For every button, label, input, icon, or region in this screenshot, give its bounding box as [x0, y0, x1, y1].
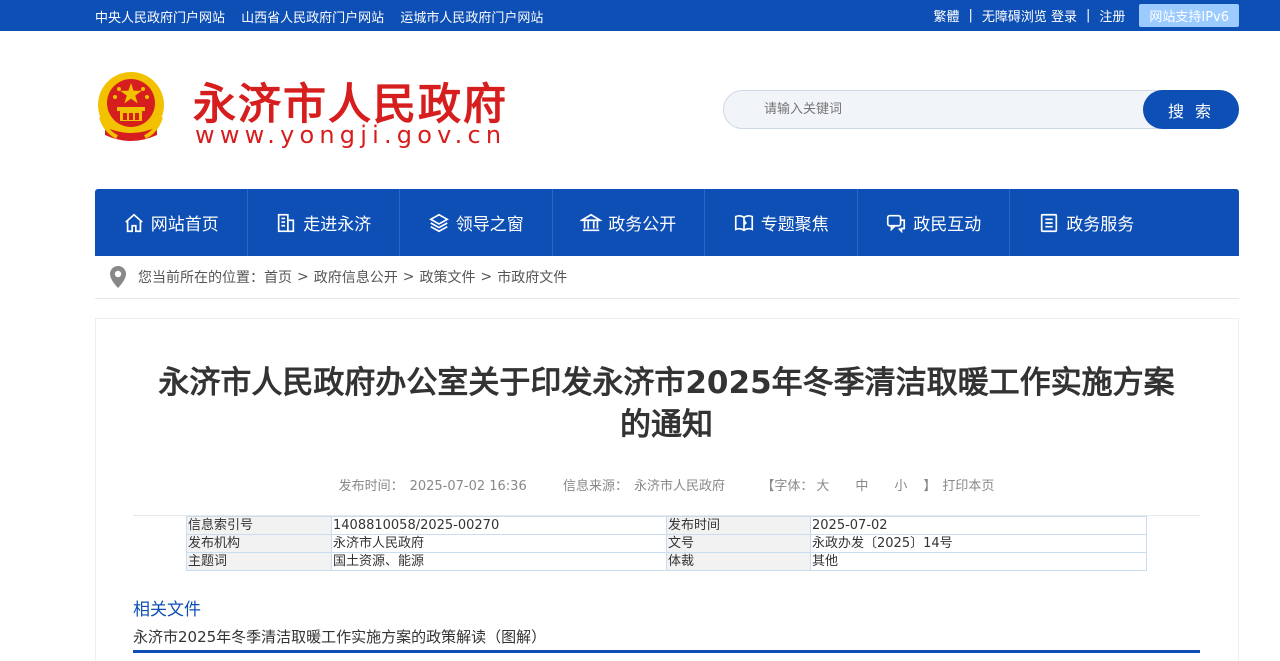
- table-value: 其他: [810, 552, 1147, 571]
- register-link[interactable]: 注册: [1099, 6, 1125, 25]
- doc-info-table: 信息索引号 1408810058/2025-00270 发布时间 2025-07…: [186, 516, 1147, 571]
- nav-item-label: 走进永济: [303, 215, 372, 235]
- separator: |: [968, 7, 973, 23]
- table-row: 主题词 国土资源、能源 体裁 其他: [186, 552, 1147, 571]
- table-row: 信息索引号 1408810058/2025-00270 发布时间 2025-07…: [186, 516, 1147, 535]
- publish-time-label: 发布时间：: [338, 479, 404, 494]
- article-title-line: 的通知: [620, 407, 713, 443]
- national-emblem-logo: [95, 69, 167, 148]
- print-button[interactable]: 打印本页: [942, 479, 994, 494]
- top-bar: 中央人民政府门户网站 山西省人民政府门户网站 运城市人民政府门户网站 繁體 | …: [0, 0, 1280, 31]
- table-value: 国土资源、能源: [331, 552, 667, 571]
- book-icon: [733, 212, 755, 234]
- top-link-shanxi-gov[interactable]: 山西省人民政府门户网站: [241, 11, 384, 26]
- search-box: 搜 索: [723, 90, 1239, 129]
- top-right-links: 繁體 | 无障碍浏览 登录 | 注册 网站支持IPv6: [934, 3, 1239, 27]
- bank-icon: [580, 212, 603, 234]
- table-key: 体裁: [666, 552, 811, 571]
- login-link[interactable]: 登录: [1051, 6, 1077, 25]
- source: 永济市人民政府: [634, 479, 726, 494]
- font-size-close: 】: [923, 479, 937, 494]
- breadcrumb-separator: >: [402, 269, 415, 285]
- font-size-large[interactable]: 大: [816, 479, 829, 494]
- breadcrumb-policy-docs[interactable]: 政策文件: [419, 267, 475, 287]
- nav-item-special-topics[interactable]: 专题聚焦: [705, 189, 858, 256]
- article-title: 永济市人民政府办公室关于印发永济市2025年冬季清洁取暖工作实施方案 的通知: [133, 362, 1200, 446]
- related-file-link[interactable]: 永济市2025年冬季清洁取暖工作实施方案的政策解读（图解）: [133, 626, 546, 647]
- breadcrumb-separator: >: [480, 269, 493, 285]
- home-icon: [123, 212, 145, 234]
- breadcrumb-prefix: 您当前所在的位置：: [138, 270, 264, 286]
- nav-item-label: 政民互动: [913, 215, 982, 235]
- font-size-label: 【字体：: [761, 479, 814, 494]
- ipv6-badge: 网站支持IPv6: [1139, 3, 1239, 27]
- divider: [133, 650, 1200, 653]
- top-link-central-gov[interactable]: 中央人民政府门户网站: [95, 11, 225, 26]
- source-label: 信息来源：: [563, 479, 629, 494]
- nav-item-label: 政务公开: [608, 215, 677, 235]
- breadcrumb-separator: >: [297, 269, 309, 285]
- search-input[interactable]: [764, 91, 1134, 128]
- nav-item-label: 领导之窗: [455, 215, 524, 235]
- separator: |: [1085, 7, 1091, 23]
- breadcrumb: 您当前所在的位置： 首页 > 政府信息公开 > 政策文件 > 市政府文件: [108, 265, 567, 289]
- table-key: 发布时间: [666, 516, 811, 535]
- related-files-heading: 相关文件: [133, 600, 201, 620]
- breadcrumb-city-docs[interactable]: 市政府文件: [497, 267, 567, 287]
- table-key: 发布机构: [186, 534, 332, 553]
- layers-icon: [428, 212, 450, 234]
- publish-time: 2025-07-02 16:36: [409, 479, 527, 494]
- nav-item-gov-disclosure[interactable]: 政务公开: [553, 189, 705, 256]
- table-key: 文号: [666, 534, 811, 553]
- building-icon: [275, 212, 297, 234]
- table-value: 永政办发〔2025〕14号: [810, 534, 1147, 553]
- nav-item-leadership[interactable]: 领导之窗: [400, 189, 553, 256]
- accessible-browse-link[interactable]: 无障碍浏览: [982, 6, 1047, 25]
- nav-item-label: 政务服务: [1066, 215, 1135, 235]
- nav-item-about-yongji[interactable]: 走进永济: [248, 189, 400, 256]
- nav-item-label: 网站首页: [150, 215, 219, 235]
- table-row: 发布机构 永济市人民政府 文号 永政办发〔2025〕14号: [186, 534, 1147, 553]
- font-size-small[interactable]: 小: [894, 479, 907, 494]
- list-icon: [1038, 212, 1060, 234]
- breadcrumb-home[interactable]: 首页: [264, 267, 292, 287]
- table-key: 信息索引号: [186, 516, 332, 535]
- nav-item-home[interactable]: 网站首页: [95, 189, 248, 256]
- nav-item-gov-services[interactable]: 政务服务: [1010, 189, 1163, 256]
- main-nav: 网站首页 走进永济 领导之窗 政务公开 专题聚焦 政民互动 政务服务: [95, 189, 1239, 256]
- nav-item-label: 专题聚焦: [760, 215, 829, 235]
- table-value: 1408810058/2025-00270: [331, 516, 667, 535]
- font-size-medium[interactable]: 中: [855, 479, 868, 494]
- top-links: 中央人民政府门户网站 山西省人民政府门户网站 运城市人民政府门户网站: [95, 7, 555, 26]
- table-key: 主题词: [186, 552, 332, 571]
- search-button[interactable]: 搜 索: [1143, 90, 1239, 129]
- top-link-yuncheng-gov[interactable]: 运城市人民政府门户网站: [400, 11, 543, 26]
- location-pin-icon: [108, 265, 128, 289]
- table-value: 2025-07-02: [810, 516, 1147, 535]
- article-meta: 发布时间： 2025-07-02 16:36 信息来源： 永济市人民政府 【字体：大…: [133, 475, 1200, 494]
- divider: [95, 298, 1239, 299]
- chat-icon: [885, 212, 907, 234]
- table-value: 永济市人民政府: [331, 534, 667, 553]
- article-title-line: 永济市人民政府办公室关于印发永济市2025年冬季清洁取暖工作实施方案: [158, 365, 1175, 401]
- nav-item-interaction[interactable]: 政民互动: [858, 189, 1010, 256]
- breadcrumb-gov-info[interactable]: 政府信息公开: [314, 267, 398, 287]
- site-url: www.yongji.gov.cn: [195, 121, 507, 149]
- traditional-chinese-link[interactable]: 繁體: [934, 6, 960, 25]
